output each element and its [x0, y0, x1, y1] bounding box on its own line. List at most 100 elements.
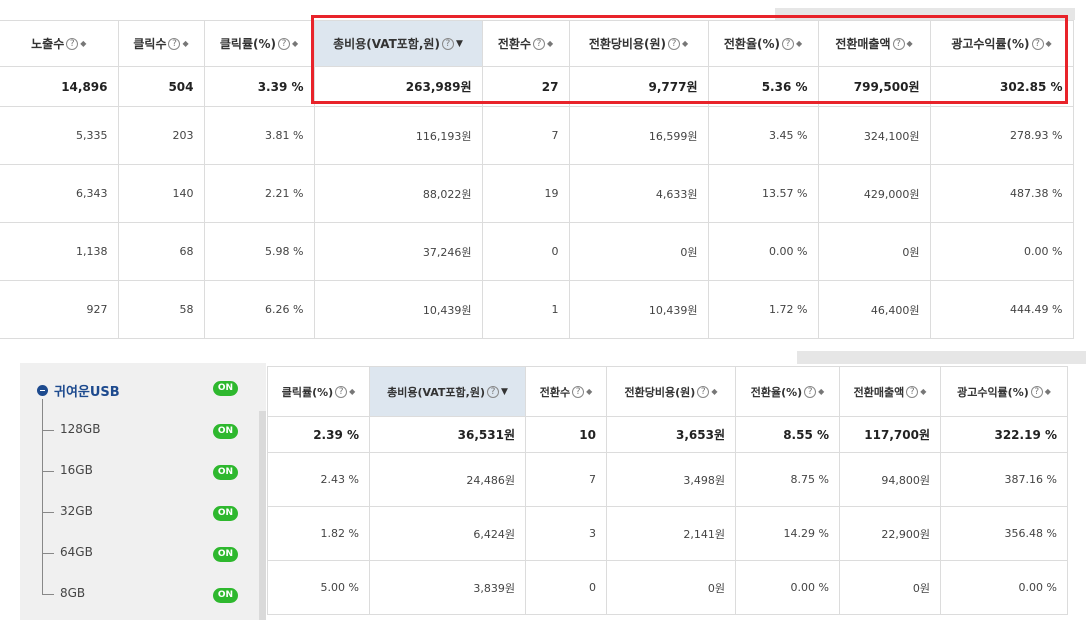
help-icon[interactable]: ? — [335, 385, 348, 398]
col-conversions-header[interactable]: 전환수? ◆ — [481, 20, 570, 67]
sort-icon[interactable]: ◆ — [711, 387, 717, 396]
col-roas-header[interactable]: 광고수익률(%)? ◆ — [940, 366, 1068, 417]
help-icon[interactable]: ? — [486, 385, 499, 398]
sort-icon[interactable]: ◆ — [547, 39, 553, 48]
header-label: 전환매출액 — [853, 385, 905, 399]
child-label[interactable]: 8GB — [60, 586, 85, 600]
col-cost-per-conversion-header[interactable]: 전환당비용(원)? ◆ — [568, 20, 709, 67]
help-icon[interactable]: ? — [168, 37, 181, 50]
sort-icon[interactable]: ◆ — [1046, 39, 1052, 48]
tree-child-item[interactable]: 8GB ON — [20, 578, 260, 614]
top-header-row: 노출수? ◆ 클릭수? ◆ 클릭률(%)? ◆ 총비용(VAT포함,원)? ▼ 전환수?… — [0, 20, 1074, 67]
table-cell: 444.49 % — [929, 280, 1074, 339]
table-cell: 6,343 — [0, 164, 119, 223]
header-label: 클릭수 — [133, 37, 167, 51]
table-cell: 5.98 % — [203, 222, 315, 281]
help-icon[interactable]: ? — [1030, 385, 1043, 398]
sort-desc-icon[interactable]: ▼ — [456, 39, 463, 48]
table-cell: 68 — [117, 222, 205, 281]
child-label[interactable]: 128GB — [60, 422, 100, 436]
table-cell: 0원 — [568, 222, 709, 281]
header-label: 광고수익률(%) — [951, 37, 1030, 51]
table-cell: 278.93 % — [929, 106, 1074, 165]
table-cell: 10 — [525, 416, 607, 453]
on-toggle[interactable]: ON — [213, 381, 238, 396]
child-label[interactable]: 64GB — [60, 545, 93, 559]
table-row: 5,335 203 3.81 % 116,193원 7 16,599원 3.45… — [0, 106, 1074, 165]
table-cell: 387.16 % — [940, 452, 1068, 507]
help-icon[interactable]: ? — [66, 37, 79, 50]
col-total-cost-header[interactable]: 총비용(VAT포함,원)? ▼ — [313, 20, 483, 67]
col-roas-header[interactable]: 광고수익률(%)? ◆ — [929, 20, 1074, 67]
help-icon[interactable]: ? — [1031, 37, 1044, 50]
table-cell: 263,989원 — [313, 66, 483, 107]
table-cell: 7 — [481, 106, 570, 165]
header-label: 총비용(VAT포함,원) — [387, 385, 485, 399]
child-label[interactable]: 32GB — [60, 504, 93, 518]
help-icon[interactable]: ? — [441, 37, 454, 50]
sidebar-scrollbar[interactable] — [259, 411, 266, 620]
help-icon[interactable]: ? — [781, 37, 794, 50]
help-icon[interactable]: ? — [532, 37, 545, 50]
sort-icon[interactable]: ◆ — [349, 387, 355, 396]
sort-icon[interactable]: ◆ — [292, 39, 298, 48]
header-label: 광고수익률(%) — [957, 385, 1029, 399]
tree-child-item[interactable]: 16GB ON — [20, 455, 260, 491]
table-cell: 36,531원 — [369, 416, 526, 453]
table-cell: 3.39 % — [203, 66, 315, 107]
tree-group-item[interactable]: 귀여운USB ON — [20, 371, 260, 407]
group-label[interactable]: 귀여운USB — [54, 381, 120, 400]
on-toggle[interactable]: ON — [213, 465, 238, 480]
sort-icon[interactable]: ◆ — [1045, 387, 1051, 396]
tree-child-item[interactable]: 64GB ON — [20, 537, 260, 573]
help-icon[interactable]: ? — [668, 37, 681, 50]
table-cell: 5.36 % — [707, 66, 819, 107]
on-toggle[interactable]: ON — [213, 506, 238, 521]
sort-icon[interactable]: ◆ — [818, 387, 824, 396]
col-total-cost-header[interactable]: 총비용(VAT포함,원)? ▼ — [369, 366, 526, 417]
tree-child-item[interactable]: 128GB ON — [20, 414, 260, 450]
sort-icon[interactable]: ◆ — [586, 387, 592, 396]
help-icon[interactable]: ? — [804, 385, 817, 398]
sort-icon[interactable]: ◆ — [920, 387, 926, 396]
col-conversion-rate-header[interactable]: 전환율(%)? ◆ — [735, 366, 840, 417]
help-icon[interactable]: ? — [277, 37, 290, 50]
sort-icon[interactable]: ◆ — [80, 39, 86, 48]
sort-icon[interactable]: ◆ — [682, 39, 688, 48]
on-toggle[interactable]: ON — [213, 588, 238, 603]
col-conversion-rate-header[interactable]: 전환율(%)? ◆ — [707, 20, 819, 67]
help-icon[interactable]: ? — [697, 385, 710, 398]
col-cost-per-conversion-header[interactable]: 전환당비용(원)? ◆ — [606, 366, 736, 417]
table-cell: 1.82 % — [267, 506, 370, 561]
col-conversion-revenue-header[interactable]: 전환매출액? ◆ — [817, 20, 931, 67]
table-cell: 14.29 % — [735, 506, 840, 561]
table-row: 1.82 % 6,424원 3 2,141원 14.29 % 22,900원 3… — [267, 506, 1068, 561]
on-toggle[interactable]: ON — [213, 547, 238, 562]
sort-icon[interactable]: ◆ — [907, 39, 913, 48]
child-label[interactable]: 16GB — [60, 463, 93, 477]
col-impressions-header[interactable]: 노출수? ◆ — [0, 20, 119, 67]
table-cell: 799,500원 — [817, 66, 931, 107]
help-icon[interactable]: ? — [572, 385, 585, 398]
col-conversion-revenue-header[interactable]: 전환매출액? ◆ — [839, 366, 941, 417]
col-conversions-header[interactable]: 전환수? ◆ — [525, 366, 607, 417]
col-ctr-header[interactable]: 클릭률(%)? ◆ — [267, 366, 370, 417]
collapse-icon[interactable] — [37, 385, 48, 396]
tree-branch — [42, 471, 54, 472]
help-icon[interactable]: ? — [906, 385, 919, 398]
col-ctr-header[interactable]: 클릭률(%)? ◆ — [203, 20, 315, 67]
table-cell: 1 — [481, 280, 570, 339]
header-label: 전환율(%) — [750, 385, 803, 399]
table-cell: 3,653원 — [606, 416, 736, 453]
table-row: 5.00 % 3,839원 0 0원 0.00 % 0원 0.00 % — [267, 560, 1068, 615]
on-toggle[interactable]: ON — [213, 424, 238, 439]
sort-desc-icon[interactable]: ▼ — [501, 387, 508, 396]
tree-child-item[interactable]: 32GB ON — [20, 496, 260, 532]
table-cell: 0.00 % — [707, 222, 819, 281]
sort-icon[interactable]: ◆ — [796, 39, 802, 48]
table-cell: 927 — [0, 280, 119, 339]
col-clicks-header[interactable]: 클릭수? ◆ — [117, 20, 205, 67]
sort-icon[interactable]: ◆ — [182, 39, 188, 48]
help-icon[interactable]: ? — [892, 37, 905, 50]
table-cell: 37,246원 — [313, 222, 483, 281]
